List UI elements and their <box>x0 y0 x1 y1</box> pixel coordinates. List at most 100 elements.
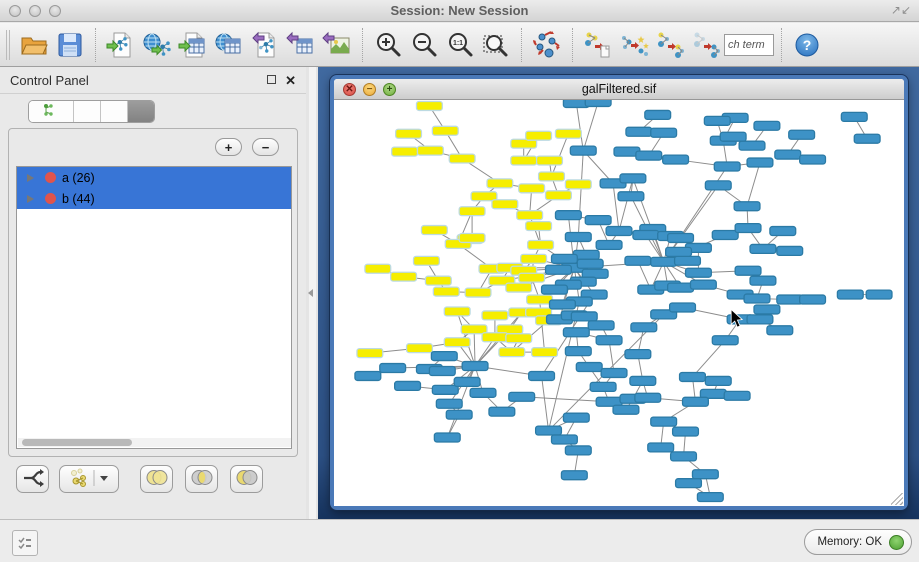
graph-node-blue[interactable] <box>529 371 555 380</box>
import-table-file-button[interactable] <box>175 27 211 63</box>
expander-triangle-icon[interactable] <box>27 174 34 182</box>
tab-style[interactable] <box>74 101 101 122</box>
graph-node-blue[interactable] <box>601 369 627 378</box>
graph-node-blue[interactable] <box>744 294 770 303</box>
graph-node-yellow[interactable] <box>521 254 547 263</box>
graph-node-yellow[interactable] <box>526 222 552 231</box>
graph-node-blue[interactable] <box>800 295 826 304</box>
graph-node-yellow[interactable] <box>487 179 513 188</box>
graph-node-blue[interactable] <box>429 367 455 376</box>
graph-node-yellow[interactable] <box>392 147 418 156</box>
graph-node-yellow[interactable] <box>449 154 475 163</box>
export-table-button[interactable] <box>283 27 319 63</box>
memory-button[interactable]: Memory: OK <box>804 529 912 555</box>
graph-node-blue[interactable] <box>431 352 457 361</box>
graph-node-blue[interactable] <box>648 443 674 452</box>
graph-node-blue[interactable] <box>546 265 572 274</box>
graph-node-blue[interactable] <box>633 231 659 240</box>
save-session-button[interactable] <box>52 27 88 63</box>
graph-node-blue[interactable] <box>565 446 591 455</box>
network-frame-titlebar[interactable]: ✕ − + galFiltered.sif <box>334 79 904 100</box>
graph-node-blue[interactable] <box>625 350 651 359</box>
graph-node-yellow[interactable] <box>532 348 558 357</box>
graph-node-blue[interactable] <box>666 247 692 256</box>
graph-node-blue[interactable] <box>631 323 657 332</box>
graph-node-blue[interactable] <box>705 376 731 385</box>
graph-node-yellow[interactable] <box>407 344 433 353</box>
import-network-file-button[interactable] <box>103 27 139 63</box>
graph-node-blue[interactable] <box>800 155 826 164</box>
graph-node-blue[interactable] <box>676 479 702 488</box>
graph-node-yellow[interactable] <box>391 272 417 281</box>
graph-node-blue[interactable] <box>596 240 622 249</box>
graph-node-yellow[interactable] <box>444 307 470 316</box>
graph-node-blue[interactable] <box>630 376 656 385</box>
network-frame[interactable]: ✕ − + galFiltered.sif <box>330 75 908 510</box>
graph-node-blue[interactable] <box>854 134 880 143</box>
network-canvas[interactable] <box>334 100 904 506</box>
graph-node-yellow[interactable] <box>482 333 508 342</box>
graph-node-yellow[interactable] <box>499 348 525 357</box>
graph-node-blue[interactable] <box>588 321 614 330</box>
graph-node-yellow[interactable] <box>416 101 442 110</box>
layout-sets-dropdown-button[interactable] <box>59 465 119 493</box>
graph-node-blue[interactable] <box>692 470 718 479</box>
graph-node-yellow[interactable] <box>396 129 422 138</box>
graph-node-blue[interactable] <box>563 413 589 422</box>
graph-node-blue[interactable] <box>536 426 562 435</box>
graph-node-yellow[interactable] <box>432 126 458 135</box>
graph-node-yellow[interactable] <box>492 200 518 209</box>
graph-node-blue[interactable] <box>775 150 801 159</box>
graph-node-blue[interactable] <box>866 290 892 299</box>
graph-node-blue[interactable] <box>563 328 589 337</box>
graph-node-blue[interactable] <box>739 141 765 150</box>
graph-node-yellow[interactable] <box>417 146 443 155</box>
toolbar-drag-handle[interactable] <box>6 30 10 60</box>
graph-node-blue[interactable] <box>704 116 730 125</box>
graph-node-blue[interactable] <box>454 377 480 386</box>
graph-node-blue[interactable] <box>724 391 750 400</box>
graph-node-blue[interactable] <box>651 417 677 426</box>
graph-node-blue[interactable] <box>670 303 696 312</box>
graph-node-blue[interactable] <box>635 393 661 402</box>
graph-node-blue[interactable] <box>596 336 622 345</box>
graph-node-blue[interactable] <box>355 371 381 380</box>
graph-node-blue[interactable] <box>550 300 576 309</box>
panel-splitter[interactable] <box>306 67 318 519</box>
union-sets-button[interactable] <box>140 465 173 493</box>
graph-node-yellow[interactable] <box>519 184 545 193</box>
graph-node-blue[interactable] <box>714 162 740 171</box>
select-first-neighbors-button[interactable] <box>616 27 652 63</box>
help-button[interactable]: ? <box>789 27 825 63</box>
graph-node-blue[interactable] <box>750 276 776 285</box>
zoom-actual-button[interactable]: 1:1 <box>442 27 478 63</box>
horizontal-scrollbar[interactable] <box>18 438 292 447</box>
graph-node-blue[interactable] <box>767 326 793 335</box>
graph-node-blue[interactable] <box>618 192 644 201</box>
graph-node-blue[interactable] <box>686 268 712 277</box>
float-panel-icon[interactable] <box>267 75 276 84</box>
graph-node-blue[interactable] <box>380 364 406 373</box>
graph-node-blue[interactable] <box>436 399 462 408</box>
graph-node-yellow[interactable] <box>357 349 383 358</box>
graph-node-blue[interactable] <box>675 256 701 265</box>
graph-node-blue[interactable] <box>585 216 611 225</box>
new-network-from-selection-file-button[interactable] <box>580 27 616 63</box>
graph-node-blue[interactable] <box>636 151 662 160</box>
graph-node-blue[interactable] <box>720 132 746 141</box>
zoom-out-button[interactable] <box>406 27 442 63</box>
graph-node-blue[interactable] <box>712 231 738 240</box>
graph-node-blue[interactable] <box>734 202 760 211</box>
graph-node-yellow[interactable] <box>459 207 485 216</box>
graph-node-blue[interactable] <box>606 227 632 236</box>
remove-set-button[interactable]: − <box>252 138 279 156</box>
graph-node-blue[interactable] <box>735 224 761 233</box>
graph-node-blue[interactable] <box>671 452 697 461</box>
graph-node-blue[interactable] <box>645 110 671 119</box>
graph-node-blue[interactable] <box>432 385 458 394</box>
tab-select[interactable] <box>101 101 128 122</box>
graph-node-blue[interactable] <box>770 227 796 236</box>
export-network-button[interactable] <box>247 27 283 63</box>
graph-node-yellow[interactable] <box>444 338 470 347</box>
graph-node-blue[interactable] <box>570 146 596 155</box>
